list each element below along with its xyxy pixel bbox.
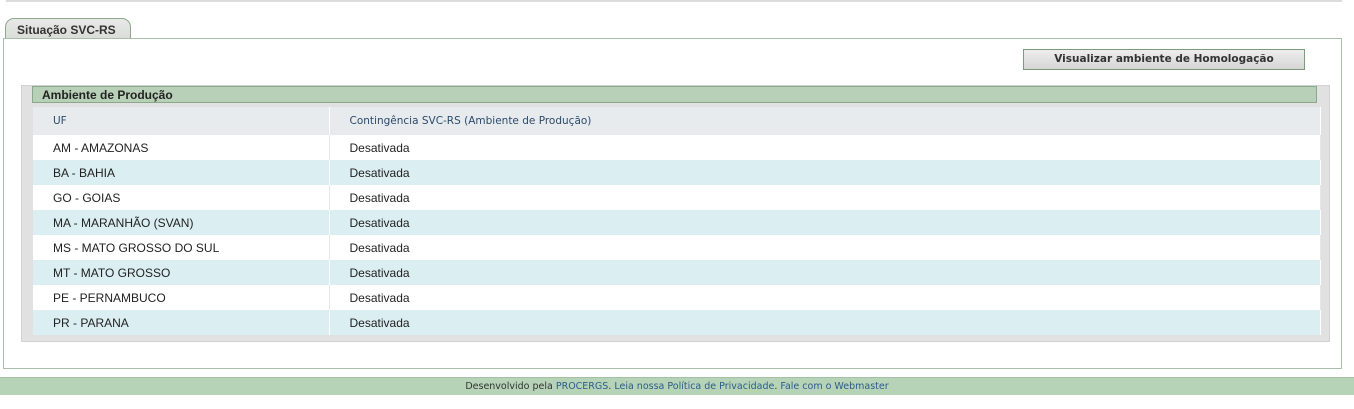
tab-situacao-svc-rs[interactable]: Situação SVC-RS [5,18,131,39]
view-homologation-button[interactable]: Visualizar ambiente de Homologação [1023,49,1305,70]
main-panel: Visualizar ambiente de Homologação Ambie… [3,38,1342,369]
column-header-uf: UF [33,107,330,135]
production-section: Ambiente de Produção UF Contingência SVC… [21,85,1330,342]
status-table: UF Contingência SVC-RS (Ambiente de Prod… [33,107,1321,335]
footer: Desenvolvido pela PROCERGS. Leia nossa P… [0,377,1354,395]
table-row: GO - GOIAS Desativada [33,185,1321,210]
table-row: AM - AMAZONAS Desativada [33,135,1321,160]
table-row: BA - BAHIA Desativada [33,160,1321,185]
status-cell: Desativada [329,310,1321,335]
webmaster-link[interactable]: Fale com o Webmaster [780,381,888,392]
status-cell: Desativada [329,135,1321,160]
procergs-link[interactable]: PROCERGS [556,381,608,392]
section-title: Ambiente de Produção [32,86,1317,103]
table-row: PE - PERNAMBUCO Desativada [33,285,1321,310]
table-row: MA - MARANHÃO (SVAN) Desativada [33,210,1321,235]
table-row: MT - MATO GROSSO Desativada [33,260,1321,285]
status-cell: Desativada [329,185,1321,210]
status-cell: Desativada [329,285,1321,310]
uf-cell: BA - BAHIA [33,160,330,185]
uf-cell: MS - MATO GROSSO DO SUL [33,235,330,260]
table-header-row: UF Contingência SVC-RS (Ambiente de Prod… [33,107,1321,135]
status-cell: Desativada [329,235,1321,260]
uf-cell: PR - PARANA [33,310,330,335]
top-divider [6,0,1342,2]
uf-cell: PE - PERNAMBUCO [33,285,330,310]
footer-prefix: Desenvolvido pela [465,381,556,392]
uf-cell: MA - MARANHÃO (SVAN) [33,210,330,235]
status-cell: Desativada [329,260,1321,285]
table-row: PR - PARANA Desativada [33,310,1321,335]
privacy-policy-link[interactable]: Leia nossa Política de Privacidade [614,381,774,392]
uf-cell: GO - GOIAS [33,185,330,210]
status-cell: Desativada [329,210,1321,235]
status-cell: Desativada [329,160,1321,185]
table-row: MS - MATO GROSSO DO SUL Desativada [33,235,1321,260]
uf-cell: MT - MATO GROSSO [33,260,330,285]
tab-label: Situação SVC-RS [17,23,116,37]
column-header-contingency: Contingência SVC-RS (Ambiente de Produçã… [329,107,1321,135]
uf-cell: AM - AMAZONAS [33,135,330,160]
